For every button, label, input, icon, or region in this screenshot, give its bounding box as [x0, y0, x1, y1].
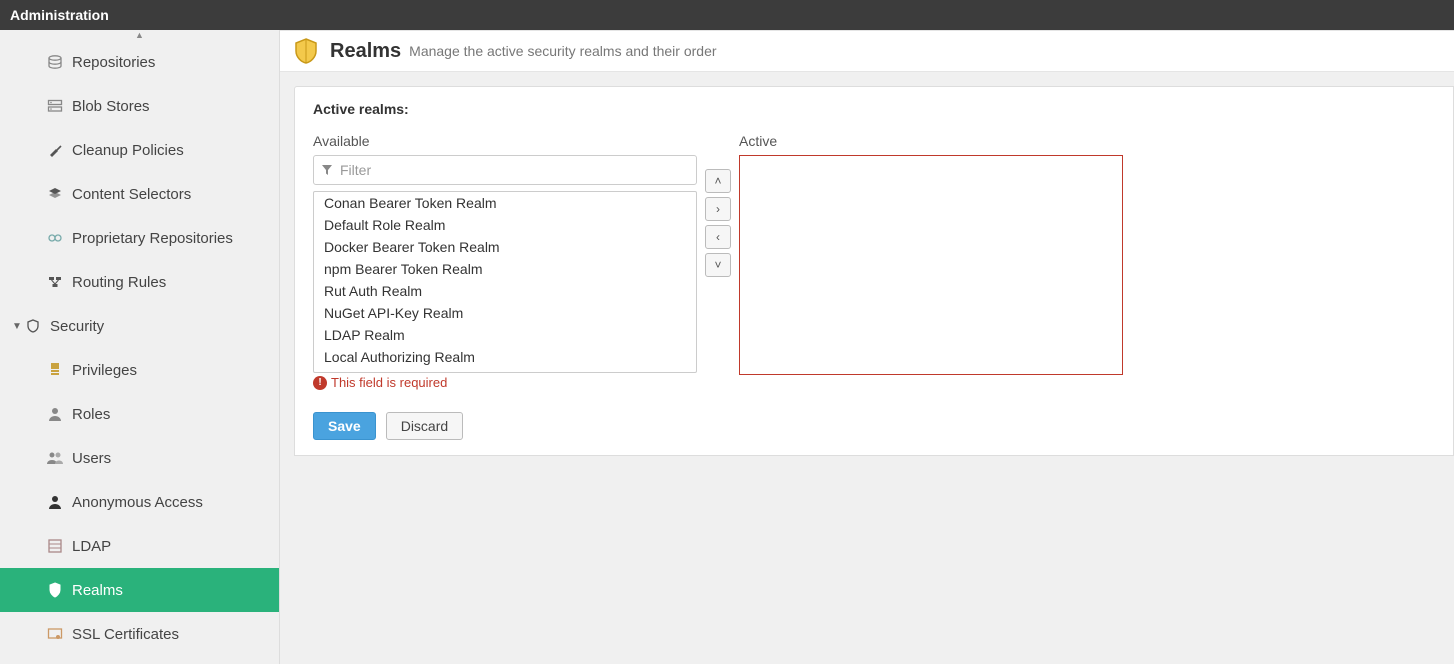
ldap-icon [44, 538, 66, 554]
sidebar-item-users[interactable]: Users [0, 436, 279, 480]
discard-button[interactable]: Discard [386, 412, 463, 440]
field-error: ! This field is required [313, 375, 697, 390]
available-realm-row[interactable]: LDAP Realm [314, 324, 696, 346]
sidebar-item-label: Blob Stores [72, 98, 150, 115]
shield-icon [44, 582, 66, 598]
sidebar-item-label: Realms [72, 582, 123, 599]
sidebar-item-label: SSL Certificates [72, 626, 179, 643]
page-header: Realms Manage the active security realms… [280, 30, 1454, 72]
routing-icon [44, 275, 66, 289]
sidebar-item-repositories[interactable]: Repositories [0, 40, 279, 84]
sidebar: ▲ Repositories Blob Stores Cleanup Polic… [0, 30, 280, 664]
available-listbox[interactable]: Conan Bearer Token RealmDefault Role Rea… [313, 191, 697, 373]
sidebar-item-cleanup-policies[interactable]: Cleanup Policies [0, 128, 279, 172]
available-realm-row[interactable]: Default Role Realm [314, 214, 696, 236]
sidebar-item-anonymous-access[interactable]: Anonymous Access [0, 480, 279, 524]
move-right-button[interactable]: › [705, 197, 731, 221]
page-subtitle: Manage the active security realms and th… [409, 43, 716, 59]
filter-input[interactable] [313, 155, 697, 185]
sidebar-item-privileges[interactable]: Privileges [0, 348, 279, 392]
sidebar-item-label: Repositories [72, 54, 155, 71]
sidebar-item-label: Routing Rules [72, 274, 166, 291]
sidebar-item-proprietary-repositories[interactable]: Proprietary Repositories [0, 216, 279, 260]
sidebar-item-content-selectors[interactable]: Content Selectors [0, 172, 279, 216]
broom-icon [44, 142, 66, 158]
sidebar-item-iq-server[interactable]: IQ Server [0, 656, 279, 664]
proprietary-icon [44, 231, 66, 245]
realms-form-panel: Active realms: Available Conan Bearer To… [294, 86, 1454, 456]
sidebar-item-label: LDAP [72, 538, 111, 555]
anonymous-icon [44, 494, 66, 510]
sidebar-item-ssl-certificates[interactable]: SSL Certificates [0, 612, 279, 656]
layers-icon [44, 186, 66, 202]
sidebar-item-label: Privileges [72, 362, 137, 379]
admin-header-title: Administration [10, 7, 109, 23]
available-realm-row[interactable]: npm Bearer Token Realm [314, 258, 696, 280]
content: Realms Manage the active security realms… [280, 30, 1454, 664]
sidebar-item-label: Content Selectors [72, 186, 191, 203]
available-realm-row[interactable]: Local Authorizing Realm [314, 346, 696, 368]
available-realm-row[interactable]: Conan Bearer Token Realm [314, 192, 696, 214]
scroll-up-indicator[interactable]: ▲ [0, 30, 279, 40]
roles-icon [44, 406, 66, 422]
move-up-button[interactable]: ˄ [705, 169, 731, 193]
error-text: This field is required [331, 375, 447, 390]
sidebar-item-roles[interactable]: Roles [0, 392, 279, 436]
sidebar-item-label: Users [72, 450, 111, 467]
certificate-icon [44, 627, 66, 641]
sidebar-item-realms[interactable]: Realms [0, 568, 279, 612]
page-title: Realms [330, 40, 401, 63]
admin-header: Administration [0, 0, 1454, 30]
sidebar-item-label: Roles [72, 406, 110, 423]
sidebar-group-label: Security [50, 318, 104, 335]
sidebar-group-security[interactable]: ▼ Security [0, 304, 279, 348]
chevron-down-icon: ▼ [12, 321, 22, 332]
available-realm-row[interactable]: Docker Bearer Token Realm [314, 236, 696, 258]
security-icon [22, 319, 44, 333]
sidebar-item-ldap[interactable]: LDAP [0, 524, 279, 568]
sidebar-item-routing-rules[interactable]: Routing Rules [0, 260, 279, 304]
repositories-icon [44, 55, 66, 69]
save-button[interactable]: Save [313, 412, 376, 440]
blob-stores-icon [44, 99, 66, 113]
available-realm-row[interactable]: NuGet API-Key Realm [314, 302, 696, 324]
privileges-icon [44, 362, 66, 378]
sidebar-item-blob-stores[interactable]: Blob Stores [0, 84, 279, 128]
error-icon: ! [313, 376, 327, 390]
realms-shield-icon [292, 37, 320, 65]
available-label: Available [313, 133, 697, 149]
move-down-button[interactable]: ˅ [705, 253, 731, 277]
filter-icon [321, 164, 333, 176]
available-realm-row[interactable]: Rut Auth Realm [314, 280, 696, 302]
active-label: Active [739, 133, 1123, 149]
sidebar-item-label: Proprietary Repositories [72, 230, 233, 247]
active-listbox[interactable] [739, 155, 1123, 375]
move-left-button[interactable]: ‹ [705, 225, 731, 249]
sidebar-item-label: Anonymous Access [72, 494, 203, 511]
sidebar-item-label: Cleanup Policies [72, 142, 184, 159]
section-title: Active realms: [313, 101, 1435, 117]
users-icon [44, 451, 66, 465]
